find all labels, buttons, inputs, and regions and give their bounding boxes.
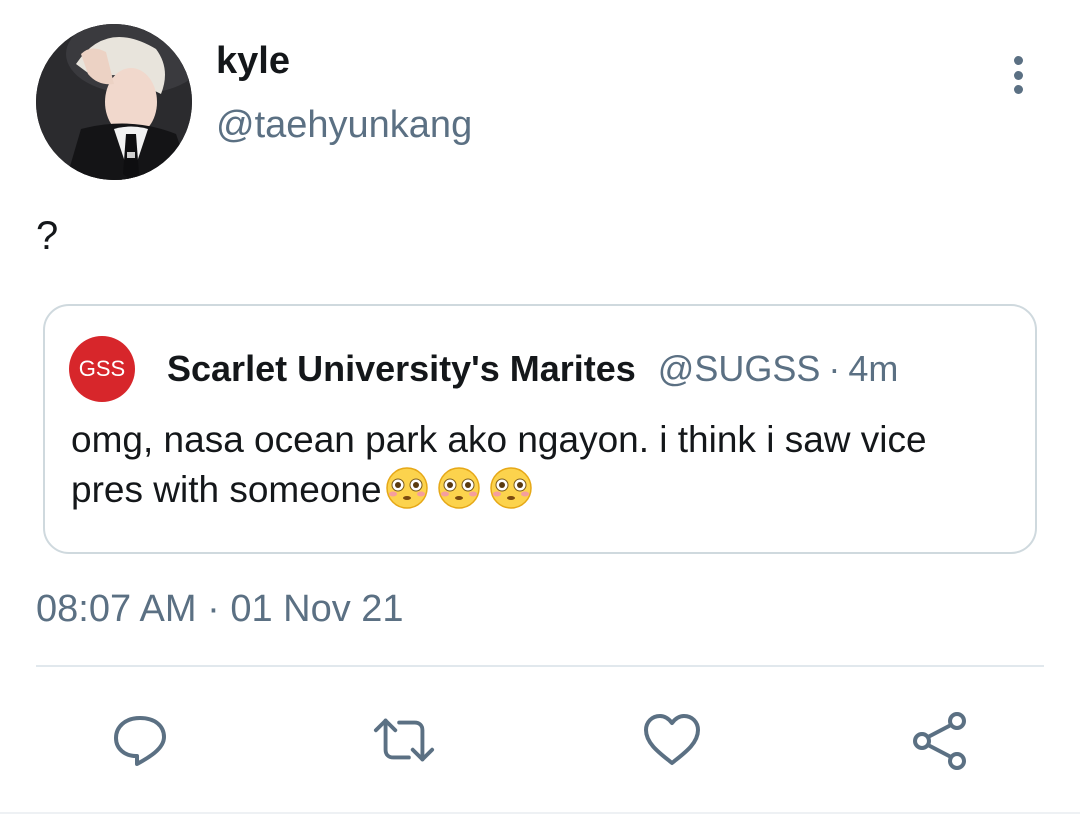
more-options-button[interactable]	[998, 52, 1038, 98]
quoted-author-handle: @SUGSS	[657, 348, 821, 389]
retweet-arrows-icon	[373, 718, 435, 762]
quoted-tweet-header: Scarlet University's Marites @SUGSS · 4m	[167, 346, 898, 392]
heart-outline-icon	[644, 714, 700, 765]
speech-bubble-icon	[114, 716, 166, 766]
tweet-timestamp[interactable]: 08:07 AM · 01 Nov 21	[36, 586, 404, 632]
author-avatar[interactable]	[36, 24, 192, 180]
quoted-tweet-card[interactable]: GSS Scarlet University's Marites @SUGSS …	[43, 304, 1037, 554]
author-display-name[interactable]: kyle	[216, 38, 290, 84]
share-button[interactable]	[908, 708, 972, 772]
author-handle[interactable]: @taehyunkang	[216, 102, 472, 148]
bottom-divider	[0, 812, 1080, 814]
quoted-time-separator: ·	[828, 348, 841, 389]
quoted-author-display-name: Scarlet University's Marites	[167, 348, 636, 389]
quoted-avatar-text: GSS	[78, 356, 126, 381]
flushed-face-emoji-icon	[437, 467, 480, 509]
quoted-author-avatar: GSS	[69, 336, 135, 402]
more-dot-icon	[1013, 85, 1023, 94]
retweet-button[interactable]	[372, 708, 436, 772]
reply-button[interactable]	[108, 708, 172, 772]
emoji-group	[382, 464, 536, 510]
share-nodes-icon	[913, 712, 966, 770]
tweet-text: ?	[36, 214, 59, 258]
avatar-photo	[36, 24, 192, 180]
like-button[interactable]	[640, 708, 704, 772]
quoted-tweet-time: 4m	[848, 348, 899, 389]
flushed-face-emoji-icon	[385, 467, 428, 509]
flushed-face-emoji-icon	[489, 467, 532, 509]
more-dot-icon	[1013, 56, 1023, 65]
more-dot-icon	[1013, 70, 1023, 80]
action-bar-divider	[36, 665, 1044, 667]
quoted-tweet-text-block: omg, nasa ocean park ako ngayon. i think…	[71, 416, 991, 514]
